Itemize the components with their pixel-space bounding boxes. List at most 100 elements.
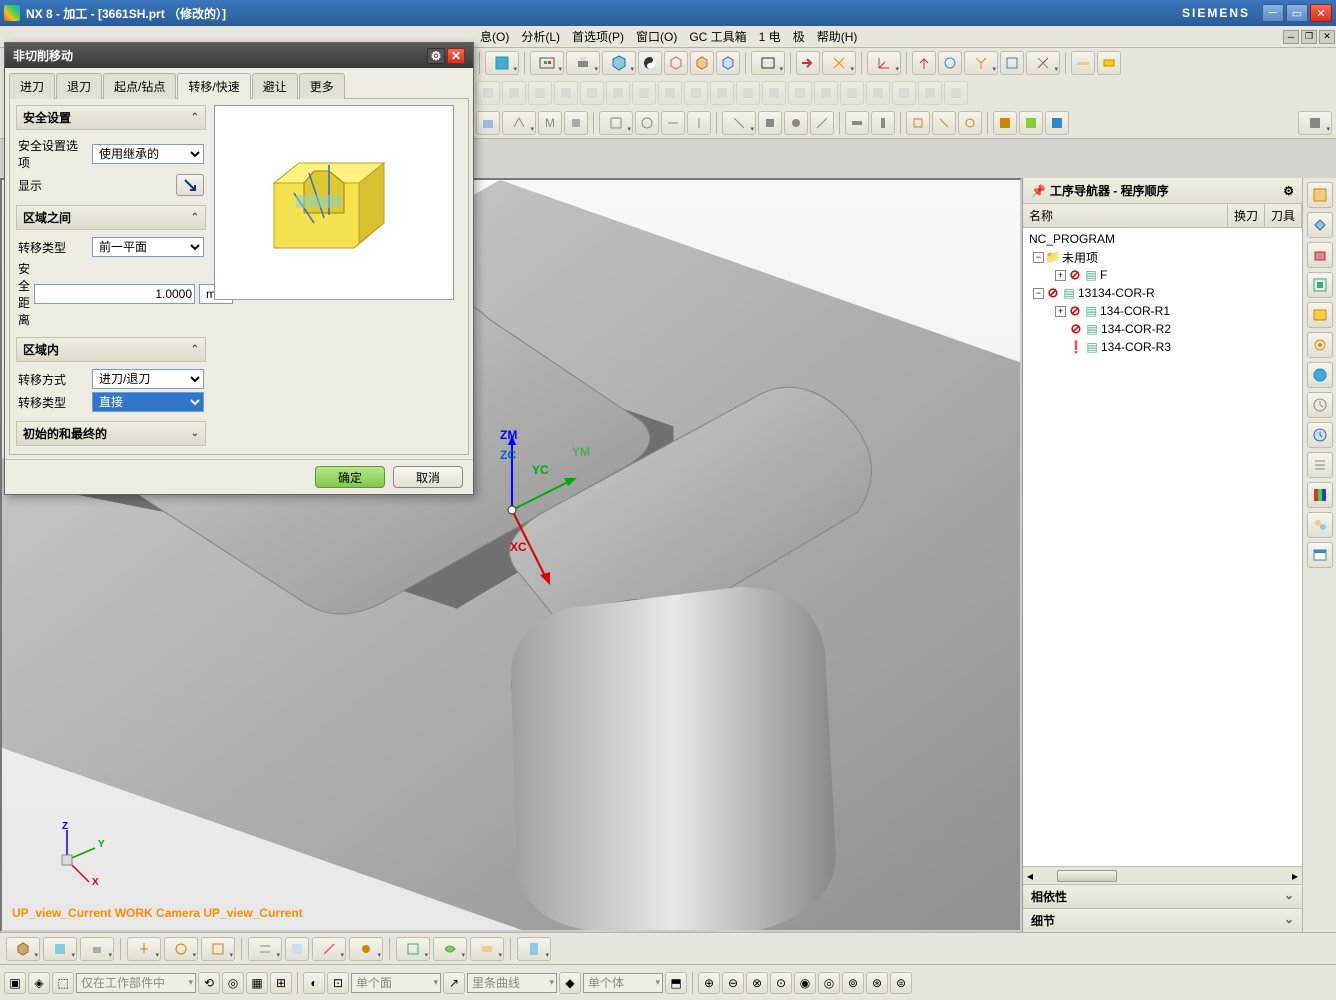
tree-item-r3[interactable]: ❗ ▤ 134-COR-R3	[1025, 338, 1300, 356]
tab-more[interactable]: 更多	[299, 73, 345, 99]
tree-item-f[interactable]: + ⊘ ▤ F	[1025, 266, 1300, 284]
sb-scope-combo[interactable]: 仅在工作部件中	[76, 973, 196, 993]
sb-sel2-icon[interactable]: ◈	[28, 972, 50, 994]
sb-f4-icon[interactable]: ⊞	[270, 972, 292, 994]
sb-f14-icon[interactable]: ◉	[794, 972, 816, 994]
sb-f13-icon[interactable]: ⊙	[770, 972, 792, 994]
tb-m9-icon[interactable]: ▾	[722, 111, 756, 135]
tb-m5-icon[interactable]: ▾	[599, 111, 633, 135]
tb-wcs4-icon[interactable]	[1000, 51, 1024, 75]
col-tool[interactable]: 刀具	[1265, 204, 1302, 227]
tab-engage[interactable]: 进刀	[9, 73, 55, 99]
bt-3-icon[interactable]: ▾	[80, 937, 114, 961]
menu-gctools[interactable]: GC 工具箱	[683, 26, 752, 47]
tb-cube-icon[interactable]: ▾	[602, 51, 636, 75]
cancel-button[interactable]: 取消	[393, 466, 463, 488]
tb-yinyang-icon[interactable]	[638, 51, 662, 75]
rb-clock-icon[interactable]	[1307, 422, 1333, 448]
sb-f7-icon[interactable]: ↗	[443, 972, 465, 994]
tb-start-icon[interactable]: ▾	[485, 51, 519, 75]
bt-6-icon[interactable]: ▾	[201, 937, 235, 961]
tb-m3-icon[interactable]: M	[538, 111, 562, 135]
sb-f16-icon[interactable]: ⊚	[842, 972, 864, 994]
rb-internet-icon[interactable]	[1307, 362, 1333, 388]
tb-box2-icon[interactable]	[690, 51, 714, 75]
rb-setup-icon[interactable]	[1307, 332, 1333, 358]
group-within[interactable]: 区域内⌃	[16, 337, 206, 362]
tb-m17-icon[interactable]	[958, 111, 982, 135]
tb-layer2-icon[interactable]	[1097, 51, 1121, 75]
tb-m16-icon[interactable]	[932, 111, 956, 135]
navigator-tree[interactable]: NC_PROGRAM − 📁 未用项 + ⊘ ▤ F − ⊘ ▤ 13134-C…	[1023, 228, 1302, 866]
sb-sel3-icon[interactable]: ⬚	[52, 972, 74, 994]
menu-prefs[interactable]: 首选项(P)	[566, 26, 630, 47]
tb-wcs2-icon[interactable]	[938, 51, 962, 75]
menu-elec[interactable]: 1 电	[753, 26, 787, 47]
tb-m13-icon[interactable]	[845, 111, 869, 135]
safety-opt-select[interactable]: 使用继承的	[92, 144, 204, 164]
tree-unused[interactable]: − 📁 未用项	[1025, 248, 1300, 266]
tb-m1-icon[interactable]	[476, 111, 500, 135]
sb-f17-icon[interactable]: ⊛	[866, 972, 888, 994]
tb-layer1-icon[interactable]	[1071, 51, 1095, 75]
minimize-button[interactable]: ─	[1262, 4, 1284, 22]
tb-m12-icon[interactable]	[810, 111, 834, 135]
bt-9-icon[interactable]: ▾	[312, 937, 346, 961]
tb-rect-icon[interactable]: ▾	[751, 51, 785, 75]
sb-f10-icon[interactable]: ⊕	[698, 972, 720, 994]
tree-item-r1[interactable]: + ⊘ ▤ 134-COR-R1	[1025, 302, 1300, 320]
tb-m15-icon[interactable]	[906, 111, 930, 135]
tb-csys-icon[interactable]: ▾	[867, 51, 901, 75]
tb-wcs3-icon[interactable]: ▾	[964, 51, 998, 75]
mdi-close-button[interactable]: ✕	[1319, 30, 1335, 44]
menu-pole[interactable]: 极	[787, 26, 811, 47]
tab-avoid[interactable]: 避让	[252, 73, 298, 99]
tb-m6-icon[interactable]	[635, 111, 659, 135]
sb-sel1-icon[interactable]: ▣	[4, 972, 26, 994]
navigator-hscroll[interactable]: ◂▸	[1023, 866, 1302, 884]
tab-start[interactable]: 起点/钻点	[103, 73, 176, 99]
dialog-titlebar[interactable]: 非切削移动 ⚙ ✕	[5, 43, 473, 68]
tb-print-icon[interactable]: ▾	[566, 51, 600, 75]
col-name[interactable]: 名称	[1023, 204, 1228, 227]
bt-14-icon[interactable]: ▾	[517, 937, 551, 961]
tb-arrow1-icon[interactable]	[796, 51, 820, 75]
bt-7-icon[interactable]: ▾	[248, 937, 282, 961]
bt-10-icon[interactable]: ▾	[349, 937, 383, 961]
tb-arrow2-icon[interactable]: ▾	[822, 51, 856, 75]
tb-m-end-icon[interactable]: ▾	[1298, 111, 1332, 135]
sb-curve-combo[interactable]: 里条曲线	[467, 973, 557, 993]
rb-part-icon[interactable]	[1307, 212, 1333, 238]
between-dist-input[interactable]	[34, 284, 195, 304]
menu-analysis[interactable]: 分析(L)	[515, 26, 566, 47]
menu-info[interactable]: 息(O)	[474, 26, 515, 47]
tb-m2-icon[interactable]: ▾	[502, 111, 536, 135]
tb-m14-icon[interactable]	[871, 111, 895, 135]
bt-13-icon[interactable]: ▾	[470, 937, 504, 961]
maximize-button[interactable]: ▭	[1286, 4, 1308, 22]
rb-list-icon[interactable]	[1307, 452, 1333, 478]
ok-button[interactable]: 确定	[315, 466, 385, 488]
nav-details[interactable]: 细节⌄	[1023, 908, 1302, 932]
tb-m20-icon[interactable]	[1045, 111, 1069, 135]
bt-4-icon[interactable]: ▾	[127, 937, 161, 961]
sb-f5-icon[interactable]: ◐	[303, 972, 325, 994]
tb-wcs1-icon[interactable]	[912, 51, 936, 75]
tree-item-r2[interactable]: ⊘ ▤ 134-COR-R2	[1025, 320, 1300, 338]
bt-8-icon[interactable]	[285, 937, 309, 961]
tb-m4-icon[interactable]	[564, 111, 588, 135]
col-toolchange[interactable]: 换刀	[1228, 204, 1265, 227]
sb-face-combo[interactable]: 单个面	[351, 973, 441, 993]
tb-m19-icon[interactable]	[1019, 111, 1043, 135]
tree-toggle-icon[interactable]: +	[1055, 270, 1066, 281]
tb-m10-icon[interactable]	[758, 111, 782, 135]
rb-roles-icon[interactable]	[1307, 512, 1333, 538]
tab-transfer[interactable]: 转移/快速	[177, 73, 250, 99]
tree-root[interactable]: NC_PROGRAM	[1025, 230, 1300, 248]
sb-f12-icon[interactable]: ⊗	[746, 972, 768, 994]
group-initfinal[interactable]: 初始的和最终的⌄	[16, 421, 206, 446]
close-button[interactable]: ✕	[1310, 4, 1332, 22]
sb-f9-icon[interactable]: ⬒	[665, 972, 687, 994]
rb-nav-icon[interactable]	[1307, 182, 1333, 208]
rb-browser-icon[interactable]	[1307, 542, 1333, 568]
